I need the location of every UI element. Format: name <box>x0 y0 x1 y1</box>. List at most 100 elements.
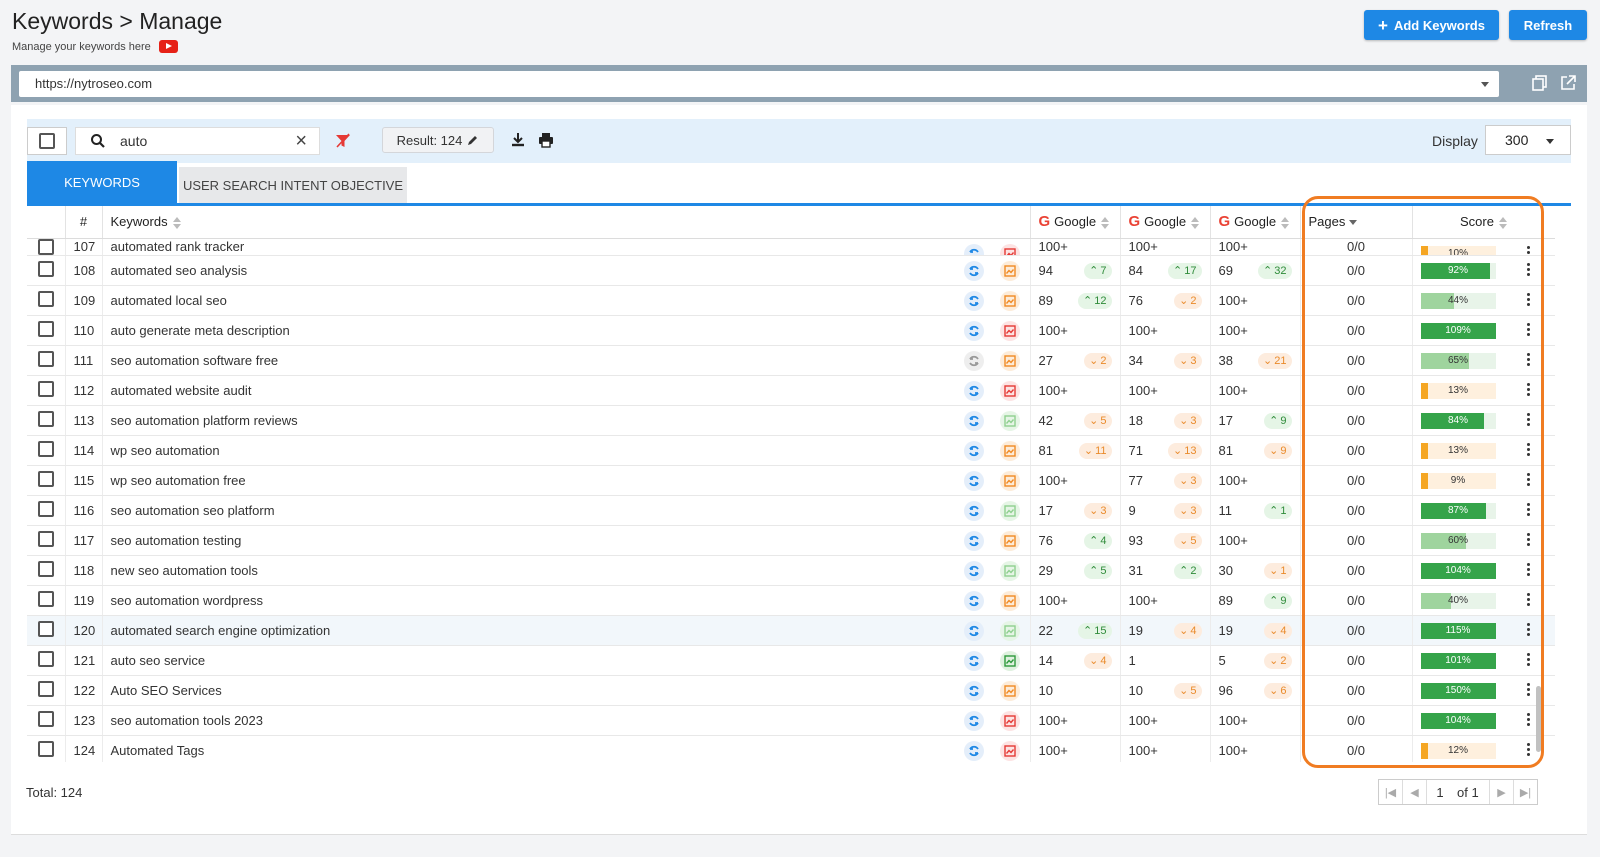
robot-icon[interactable] <box>963 710 984 731</box>
table-row[interactable]: 116 seo automation seo platform 17 ⌄ 3 9… <box>27 495 1555 526</box>
row-checkbox[interactable] <box>37 650 54 667</box>
trend-chart-icon[interactable] <box>999 740 1020 761</box>
header-keywords[interactable]: Keywords <box>102 206 1031 239</box>
row-checkbox[interactable] <box>37 410 54 427</box>
row-checkbox-cell[interactable] <box>27 345 66 376</box>
row-checkbox-cell[interactable] <box>27 315 66 346</box>
row-menu-icon[interactable] <box>1526 652 1531 667</box>
row-menu-icon[interactable] <box>1526 382 1531 397</box>
row-checkbox-cell[interactable] <box>27 495 66 526</box>
trend-chart-icon[interactable] <box>999 470 1020 491</box>
row-checkbox-cell[interactable] <box>27 375 66 406</box>
row-checkbox[interactable] <box>37 238 54 254</box>
row-checkbox-cell[interactable] <box>27 238 66 256</box>
row-checkbox-cell[interactable] <box>27 285 66 316</box>
table-row[interactable]: 112 automated website audit 100+ 100+ 10… <box>27 375 1555 406</box>
row-menu-icon[interactable] <box>1526 245 1531 255</box>
table-row[interactable]: 115 wp seo automation free 100+ 77 ⌄ 3 1… <box>27 465 1555 496</box>
url-select[interactable]: https://nytroseo.com <box>19 71 1499 97</box>
search-input[interactable]: auto <box>120 133 295 149</box>
robot-icon[interactable] <box>963 243 984 254</box>
robot-icon[interactable] <box>963 590 984 611</box>
row-menu-icon[interactable] <box>1526 442 1531 457</box>
row-menu-icon[interactable] <box>1526 532 1531 547</box>
robot-icon[interactable] <box>963 560 984 581</box>
robot-icon[interactable] <box>963 290 984 311</box>
trend-chart-icon[interactable] <box>999 243 1020 254</box>
row-checkbox[interactable] <box>37 710 54 727</box>
robot-icon[interactable] <box>963 410 984 431</box>
row-checkbox-cell[interactable] <box>27 735 66 762</box>
table-row[interactable]: 122 Auto SEO Services 10 10 ⌄ 5 96 ⌄ 6 0… <box>27 675 1555 706</box>
row-menu-icon[interactable] <box>1526 262 1531 277</box>
row-menu-icon[interactable] <box>1526 502 1531 517</box>
row-checkbox-cell[interactable] <box>27 435 66 466</box>
row-checkbox[interactable] <box>37 380 54 397</box>
close-icon[interactable]: × <box>295 131 307 151</box>
row-checkbox[interactable] <box>37 320 54 337</box>
robot-icon[interactable] <box>963 380 984 401</box>
table-row[interactable]: 111 seo automation software free 27 ⌄ 2 … <box>27 345 1555 376</box>
robot-icon[interactable] <box>963 500 984 521</box>
select-all-checkbox[interactable] <box>27 127 67 155</box>
refresh-button[interactable]: Refresh <box>1509 10 1587 40</box>
row-menu-icon[interactable] <box>1526 712 1531 727</box>
header-pages[interactable]: Pages <box>1300 206 1413 239</box>
table-row[interactable]: 114 wp seo automation 81 ⌄ 11 71 ⌄ 13 81… <box>27 435 1555 466</box>
table-row[interactable]: 121 auto seo service 14 ⌄ 4 1 5 ⌄ 2 0/0 … <box>27 645 1555 676</box>
row-checkbox[interactable] <box>37 470 54 487</box>
row-checkbox-cell[interactable] <box>27 525 66 556</box>
row-checkbox[interactable] <box>37 620 54 637</box>
trend-chart-icon[interactable] <box>999 410 1020 431</box>
row-checkbox-cell[interactable] <box>27 465 66 496</box>
robot-icon[interactable] <box>963 620 984 641</box>
table-row[interactable]: 118 new seo automation tools 29 ⌃ 5 31 ⌃… <box>27 555 1555 586</box>
row-checkbox[interactable] <box>37 680 54 697</box>
row-checkbox-cell[interactable] <box>27 405 66 436</box>
robot-icon[interactable] <box>963 350 984 371</box>
row-checkbox[interactable] <box>37 350 54 367</box>
row-checkbox[interactable] <box>37 590 54 607</box>
table-row[interactable]: 107 automated rank tracker 100+ 100+ 100… <box>27 238 1555 256</box>
trend-chart-icon[interactable] <box>999 590 1020 611</box>
clear-filter-icon[interactable] <box>334 132 352 150</box>
table-row[interactable]: 119 seo automation wordpress 100+ 100+ 8… <box>27 585 1555 616</box>
header-google-3[interactable]: G Google <box>1210 206 1301 239</box>
tab-keywords[interactable]: KEYWORDS <box>27 161 177 204</box>
last-page-button[interactable]: ▶| <box>1513 780 1537 804</box>
row-menu-icon[interactable] <box>1526 562 1531 577</box>
row-menu-icon[interactable] <box>1526 322 1531 337</box>
result-count-button[interactable]: Result: 124 <box>382 127 494 153</box>
trend-chart-icon[interactable] <box>999 500 1020 521</box>
print-icon[interactable] <box>538 132 554 148</box>
row-checkbox[interactable] <box>37 560 54 577</box>
trend-chart-icon[interactable] <box>999 260 1020 281</box>
row-checkbox-cell[interactable] <box>27 675 66 706</box>
trend-chart-icon[interactable] <box>999 650 1020 671</box>
display-select[interactable]: 300 <box>1485 125 1571 155</box>
external-link-icon[interactable] <box>1559 74 1577 92</box>
first-page-button[interactable]: |◀ <box>1379 780 1403 804</box>
row-menu-icon[interactable] <box>1526 472 1531 487</box>
header-score[interactable]: Score <box>1412 206 1555 239</box>
page-input[interactable]: 1 <box>1427 785 1453 800</box>
row-checkbox-cell[interactable] <box>27 645 66 676</box>
trend-chart-icon[interactable] <box>999 350 1020 371</box>
robot-icon[interactable] <box>963 650 984 671</box>
trend-chart-icon[interactable] <box>999 320 1020 341</box>
row-checkbox-cell[interactable] <box>27 255 66 286</box>
robot-icon[interactable] <box>963 680 984 701</box>
robot-icon[interactable] <box>963 320 984 341</box>
next-page-button[interactable]: ▶ <box>1489 780 1513 804</box>
row-checkbox[interactable] <box>37 290 54 307</box>
row-menu-icon[interactable] <box>1526 742 1531 757</box>
row-menu-icon[interactable] <box>1526 292 1531 307</box>
trend-chart-icon[interactable] <box>999 680 1020 701</box>
row-checkbox-cell[interactable] <box>27 705 66 736</box>
row-checkbox[interactable] <box>37 740 54 757</box>
row-menu-icon[interactable] <box>1526 682 1531 697</box>
table-row[interactable]: 113 seo automation platform reviews 42 ⌄… <box>27 405 1555 436</box>
row-checkbox-cell[interactable] <box>27 615 66 646</box>
row-checkbox[interactable] <box>37 440 54 457</box>
trend-chart-icon[interactable] <box>999 440 1020 461</box>
